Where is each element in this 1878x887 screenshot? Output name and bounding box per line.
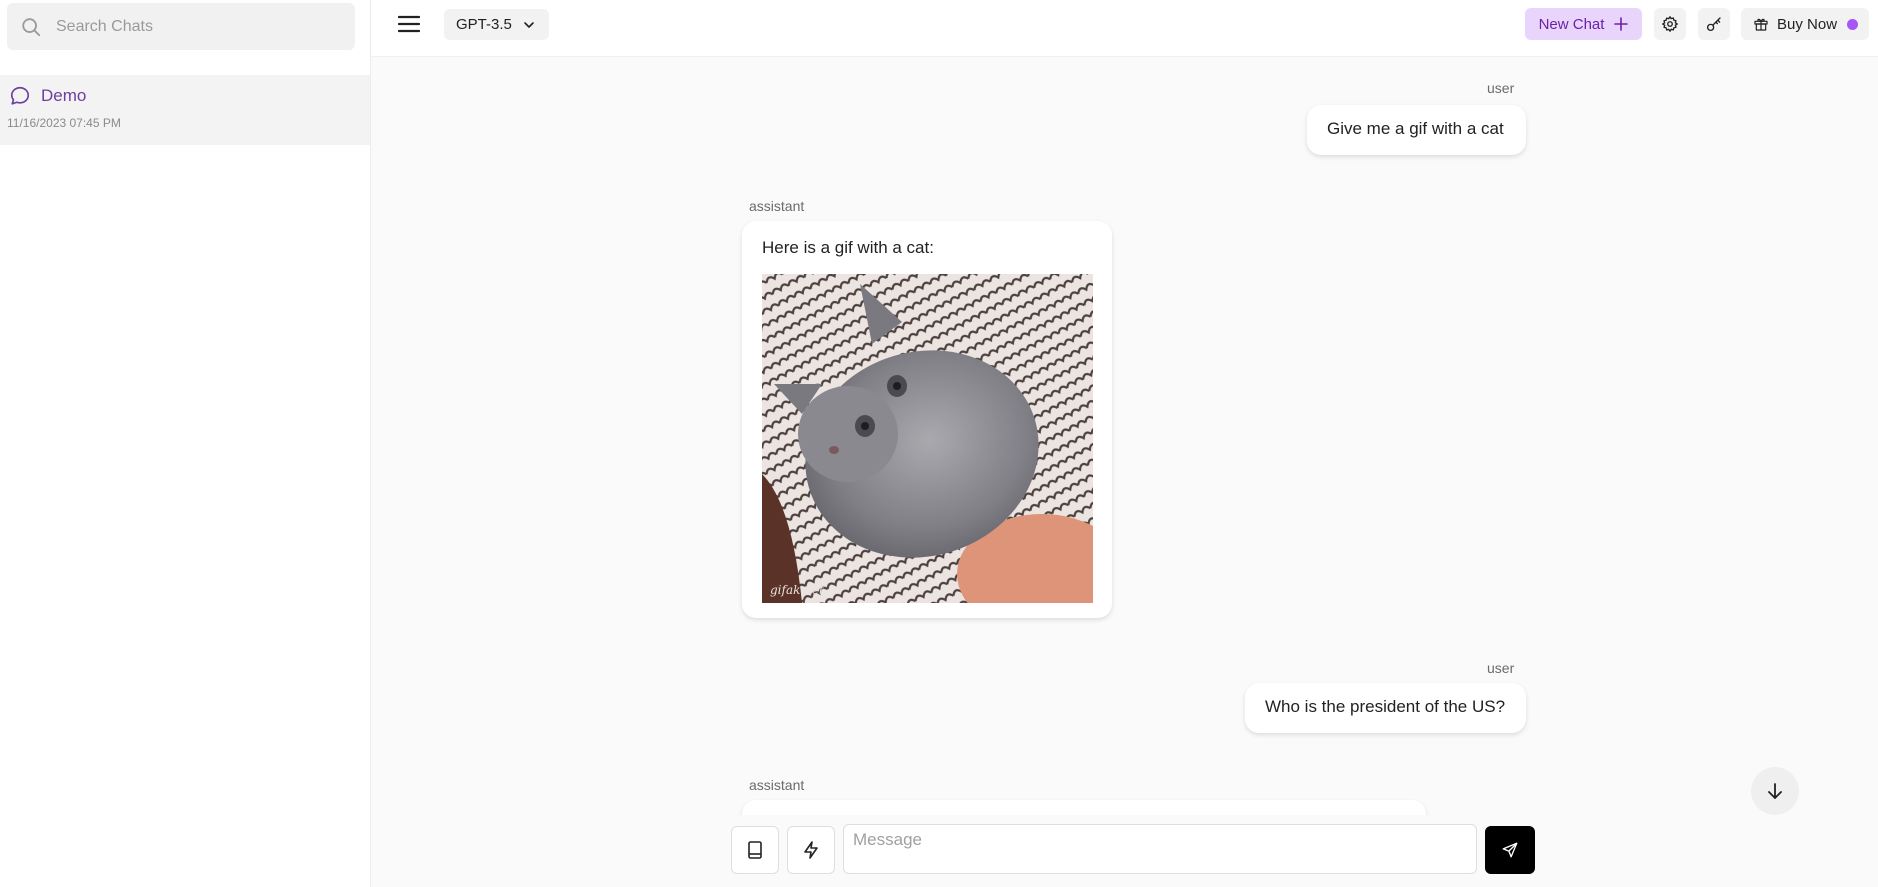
top-bar: GPT-3.5 New Chat Buy Now [371, 0, 1878, 57]
search-icon [22, 17, 41, 36]
scroll-to-bottom-button[interactable] [1751, 767, 1799, 815]
message-text: Here is a gif with a cat: [762, 238, 934, 257]
chevron-down-icon [524, 21, 534, 28]
send-button[interactable] [1485, 826, 1535, 874]
arrow-down-icon [1768, 783, 1782, 799]
chat-bubble-icon [10, 86, 30, 105]
search-box[interactable]: Search Chats [7, 3, 355, 50]
message-input[interactable] [843, 824, 1477, 874]
chat-date: 11/16/2023 07:45 PM [7, 116, 121, 130]
menu-button[interactable] [395, 12, 423, 36]
cat-gif-image: gifak.net [762, 274, 1093, 603]
buy-now-button[interactable]: Buy Now [1741, 8, 1869, 40]
message-text: Who is the president of the US? [1265, 697, 1506, 716]
status-dot [1847, 18, 1859, 30]
quick-actions-button[interactable] [787, 826, 835, 874]
search-input[interactable]: Search Chats [56, 18, 153, 36]
image-watermark: gifak.net [770, 583, 824, 597]
book-icon [748, 841, 762, 859]
model-label: GPT-3.5 [456, 16, 512, 33]
new-chat-label: New Chat [1538, 15, 1605, 33]
plus-icon [1614, 17, 1629, 31]
menu-icon [398, 15, 420, 33]
assistant-message: Here is a gif with a cat: gifak.net [742, 221, 1112, 618]
key-icon [1706, 17, 1721, 32]
bolt-icon [804, 841, 818, 859]
send-icon [1502, 842, 1518, 858]
gift-icon [1754, 18, 1768, 31]
chat-title: Demo [41, 86, 87, 105]
gear-icon [1661, 15, 1679, 33]
message-role: assistant [749, 777, 805, 793]
message-role: user [1487, 660, 1515, 676]
settings-button[interactable] [1654, 8, 1686, 40]
sidebar: Search Chats Demo 11/16/2023 07:45 PM [0, 0, 371, 887]
new-chat-button[interactable]: New Chat [1525, 8, 1642, 40]
message-role: assistant [749, 198, 805, 214]
message-text: Give me a gif with a cat [1327, 119, 1504, 138]
model-selector[interactable]: GPT-3.5 [444, 9, 549, 40]
api-key-button[interactable] [1698, 8, 1730, 40]
prompt-library-button[interactable] [731, 826, 779, 874]
chat-list-item[interactable]: Demo 11/16/2023 07:45 PM [0, 75, 370, 145]
message-role: user [1487, 80, 1515, 96]
user-message: Who is the president of the US? [1245, 683, 1526, 733]
buy-now-label: Buy Now [1777, 15, 1838, 33]
user-message: Give me a gif with a cat [1307, 105, 1526, 155]
